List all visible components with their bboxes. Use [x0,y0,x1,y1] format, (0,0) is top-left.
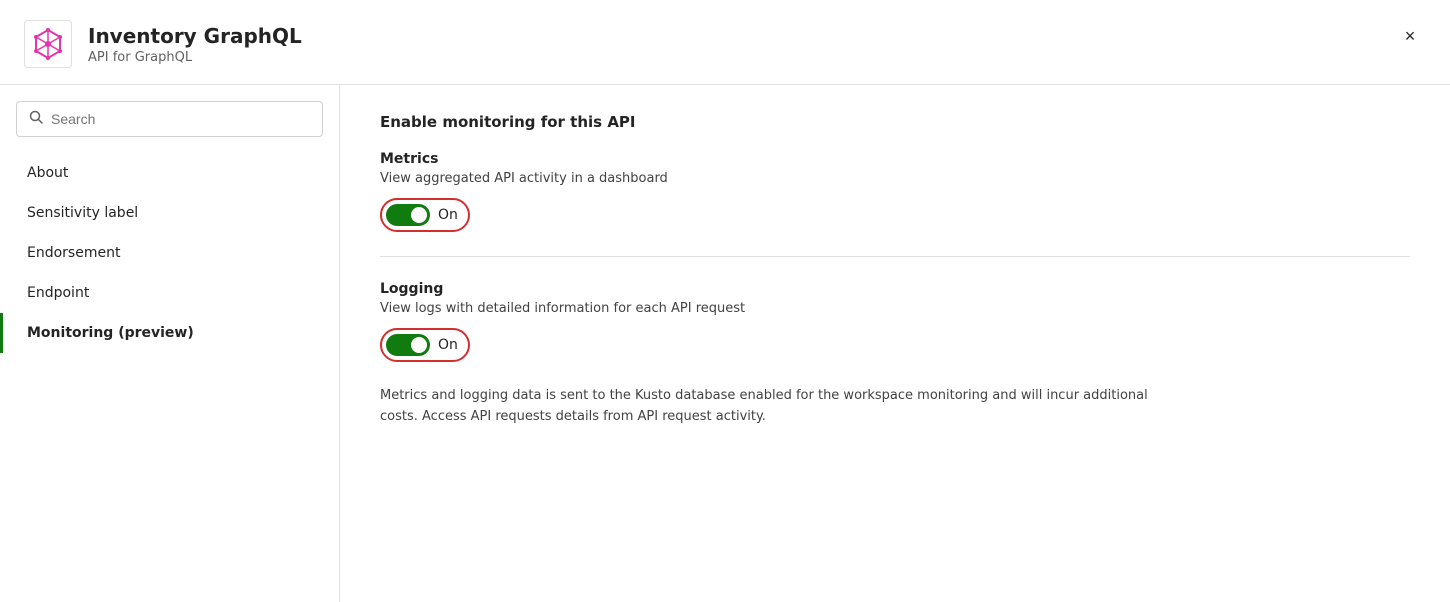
metrics-toggle[interactable] [386,204,430,226]
metrics-label: Metrics [380,151,1410,167]
header-title: Inventory GraphQL [88,24,302,48]
sidebar-item-monitoring[interactable]: Monitoring (preview) [0,313,339,353]
main-content: Enable monitoring for this API Metrics V… [340,85,1450,602]
search-box[interactable] [16,101,323,137]
metrics-section: Metrics View aggregated API activity in … [380,151,1410,232]
header-subtitle: API for GraphQL [88,50,302,65]
search-input[interactable] [51,111,310,127]
section-title: Enable monitoring for this API [380,113,1410,131]
panel: Inventory GraphQL API for GraphQL × Abou… [0,0,1450,602]
footer-note: Metrics and logging data is sent to the … [380,386,1180,428]
logging-toggle-wrapper: On [380,328,470,362]
logging-section: Logging View logs with detailed informat… [380,281,1410,362]
sidebar-item-about[interactable]: About [0,153,339,193]
logging-toggle-text: On [438,337,458,353]
header-text: Inventory GraphQL API for GraphQL [88,24,302,65]
sidebar-item-sensitivity-label[interactable]: Sensitivity label [0,193,339,233]
app-icon [24,20,72,68]
sidebar-item-endorsement[interactable]: Endorsement [0,233,339,273]
search-icon [29,110,43,128]
metrics-toggle-wrapper: On [380,198,470,232]
close-button[interactable]: × [1394,20,1426,52]
metrics-description: View aggregated API activity in a dashbo… [380,171,1410,186]
divider [380,256,1410,257]
logging-toggle[interactable] [386,334,430,356]
sidebar-item-endpoint[interactable]: Endpoint [0,273,339,313]
logging-description: View logs with detailed information for … [380,301,1410,316]
header: Inventory GraphQL API for GraphQL × [0,0,1450,85]
logging-toggle-row: On [380,328,1410,362]
metrics-toggle-text: On [438,207,458,223]
metrics-toggle-row: On [380,198,1410,232]
sidebar: About Sensitivity label Endorsement Endp… [0,85,340,602]
logging-label: Logging [380,281,1410,297]
body: About Sensitivity label Endorsement Endp… [0,85,1450,602]
